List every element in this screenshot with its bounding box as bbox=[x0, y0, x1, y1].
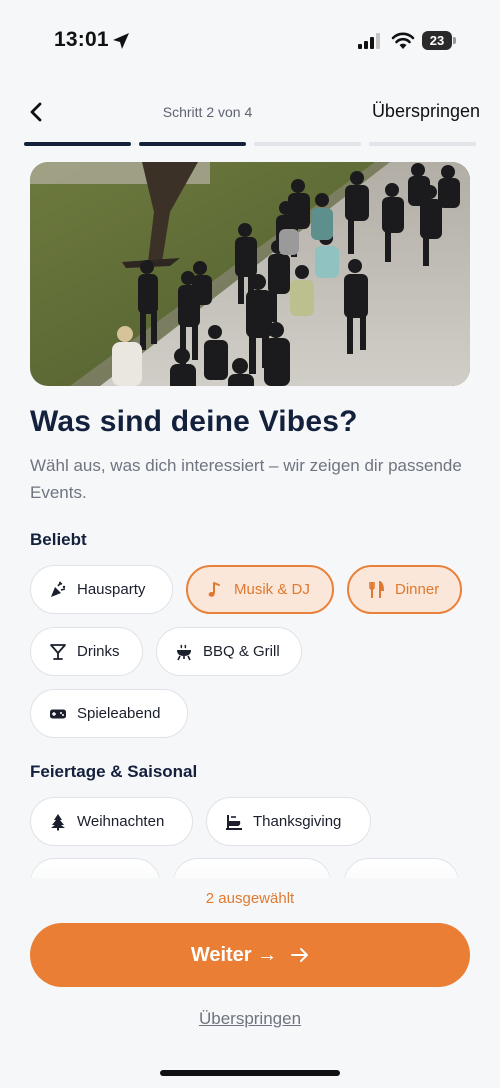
chip-drinks[interactable]: Drinks bbox=[30, 627, 143, 676]
chip-label: Weihnachten bbox=[77, 813, 165, 830]
hero-image bbox=[30, 162, 470, 386]
chip-label: BBQ & Grill bbox=[203, 643, 280, 660]
progress-bar bbox=[24, 142, 476, 147]
progress-segment bbox=[254, 142, 361, 146]
chip-label: Drinks bbox=[77, 643, 120, 660]
battery-cap bbox=[453, 37, 456, 44]
gamepad-icon bbox=[49, 705, 67, 723]
cellular-signal-icon bbox=[358, 33, 380, 49]
party-popper-icon bbox=[49, 581, 67, 599]
battery-level: 23 bbox=[422, 31, 452, 50]
progress-segment bbox=[24, 142, 131, 146]
progress-segment bbox=[139, 142, 246, 146]
continue-button[interactable]: Weiter → bbox=[30, 923, 470, 987]
back-button[interactable] bbox=[24, 98, 48, 126]
chip-dinner[interactable]: Dinner bbox=[347, 565, 462, 614]
chevron-left-icon bbox=[30, 102, 42, 122]
chip-weihnachten[interactable]: Weihnachten bbox=[30, 797, 193, 846]
step-indicator: Schritt 2 von 4 bbox=[162, 104, 253, 120]
chip-label: Hausparty bbox=[77, 581, 146, 598]
skip-top-button[interactable]: Überspringen bbox=[372, 101, 480, 122]
cocktail-icon bbox=[49, 643, 67, 661]
page-subtitle: Wähl aus, was dich interessiert – wir ze… bbox=[30, 456, 462, 502]
tree-icon bbox=[49, 813, 67, 831]
location-arrow-icon bbox=[113, 33, 129, 49]
chip-label: Dinner bbox=[395, 581, 440, 598]
fork-knife-icon bbox=[367, 580, 385, 599]
turkey-icon bbox=[225, 813, 243, 831]
chip-label: Spieleabend bbox=[77, 705, 161, 722]
chip-thanksgiving[interactable]: Thanksgiving bbox=[206, 797, 371, 846]
progress-segment bbox=[369, 142, 476, 146]
selected-count: 2 ausgewählt bbox=[205, 890, 295, 907]
section-title-feiertage: Feiertage & Saisonal bbox=[30, 762, 198, 781]
home-indicator bbox=[160, 1070, 340, 1076]
section-title-beliebt: Beliebt bbox=[30, 530, 87, 549]
chip-hausparty[interactable]: Hausparty bbox=[30, 565, 173, 614]
page-title: Was sind deine Vibes? bbox=[30, 405, 358, 438]
continue-label: Weiter → bbox=[190, 943, 278, 966]
chip-musik-dj[interactable]: Musik & DJ bbox=[186, 565, 334, 614]
status-time: 13:01 bbox=[54, 28, 109, 51]
wifi-icon bbox=[391, 32, 415, 49]
runners-photo bbox=[30, 162, 470, 386]
arrow-right-icon bbox=[291, 948, 309, 962]
chip-label: Musik & DJ bbox=[234, 581, 310, 598]
music-note-icon bbox=[206, 581, 224, 599]
status-bar: 13:01 23 bbox=[0, 0, 500, 80]
chip-spieleabend[interactable]: Spieleabend bbox=[30, 689, 188, 738]
grill-icon bbox=[175, 643, 193, 661]
chip-label: Thanksgiving bbox=[253, 813, 342, 830]
battery-icon: 23 bbox=[422, 31, 456, 50]
chip-bbq-grill[interactable]: BBQ & Grill bbox=[156, 627, 302, 676]
skip-bottom-button[interactable]: Überspringen bbox=[0, 1009, 500, 1029]
